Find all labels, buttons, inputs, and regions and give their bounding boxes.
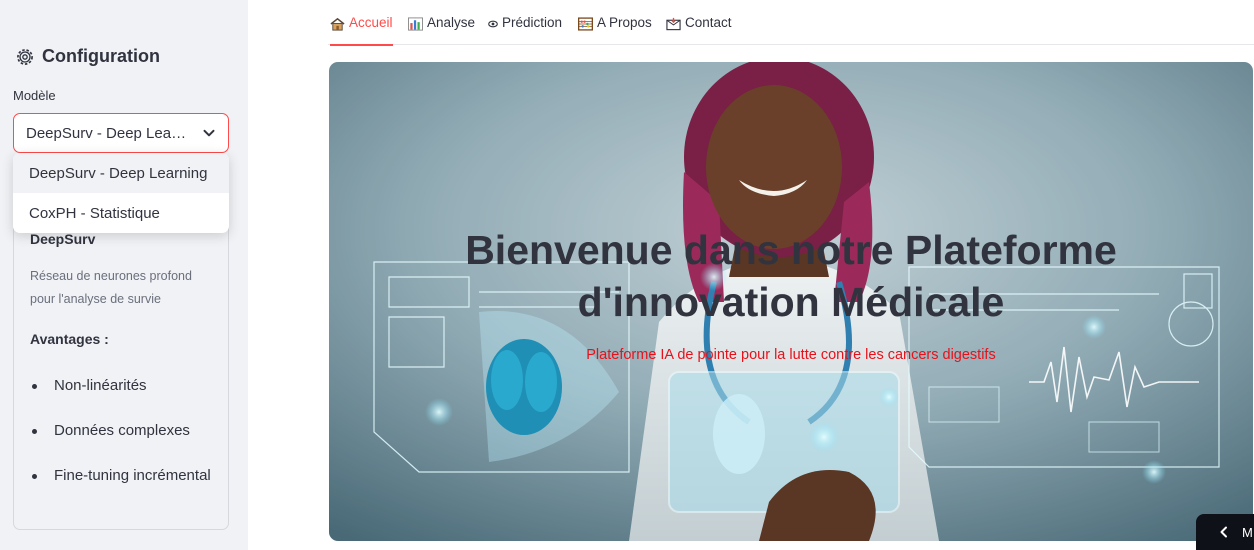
tab-prediction[interactable]: Prédiction (488, 15, 562, 45)
hero-subtitle: Plateforme IA de pointe pour la lutte co… (586, 347, 996, 363)
model-info-description: Réseau de neurones profond pour l'analys… (30, 269, 192, 306)
option-coxph[interactable]: CoxPH - Statistique (13, 193, 229, 233)
tab-accueil[interactable]: Accueil (330, 15, 393, 46)
tab-analyse[interactable]: Analyse (408, 15, 475, 45)
model-select-value: DeepSurv - Deep Lea… (26, 124, 187, 142)
tab-label: A Propos (597, 15, 652, 30)
abacus-icon (578, 17, 593, 31)
tab-label: Accueil (349, 15, 393, 30)
hero-title: Bienvenue dans notre Plateforme d'innova… (465, 227, 1117, 325)
hero-banner: Bienvenue dans notre Plateforme d'innova… (329, 62, 1253, 541)
list-item: Fine-tuning incrémental (30, 463, 220, 489)
sidebar-title: Configuration (15, 46, 160, 67)
bar-chart-icon (408, 17, 423, 31)
model-label: Modèle (13, 88, 56, 103)
tab-label: Prédiction (502, 15, 563, 30)
bottom-toggle-button[interactable]: M (1196, 514, 1254, 550)
tab-a-propos[interactable]: A Propos (578, 15, 652, 45)
tab-label: Contact (685, 15, 732, 30)
model-dropdown-menu: DeepSurv - Deep Learning CoxPH - Statist… (13, 153, 229, 233)
bottom-toggle-label: M (1242, 524, 1253, 540)
chevron-left-icon (1220, 526, 1227, 538)
advantages-title: Avantages : (30, 331, 109, 347)
tab-label: Analyse (427, 15, 476, 30)
model-select[interactable]: DeepSurv - Deep Lea… (13, 113, 229, 153)
list-item: Non-linéarités (30, 373, 220, 399)
sidebar: Configuration Modèle DeepSurv - Deep Lea… (0, 0, 248, 550)
house-icon (330, 17, 345, 31)
tab-contact[interactable]: Contact (666, 15, 732, 45)
advantages-list: Non-linéarités Données complexes Fine-tu… (30, 373, 220, 508)
gear-icon (17, 48, 33, 65)
model-info-title: DeepSurv (30, 231, 96, 247)
envelope-icon (666, 17, 681, 31)
sidebar-title-text: Configuration (42, 46, 160, 66)
option-deepsurv[interactable]: DeepSurv - Deep Learning (13, 153, 229, 193)
tab-bar: Accueil Analyse Prédiction A Propos Cont… (328, 0, 1254, 46)
list-item: Données complexes (30, 418, 220, 444)
model-info-card: DeepSurv Réseau de neurones profond pour… (13, 222, 229, 530)
chevron-down-icon (203, 129, 215, 137)
eye-icon (488, 20, 498, 28)
